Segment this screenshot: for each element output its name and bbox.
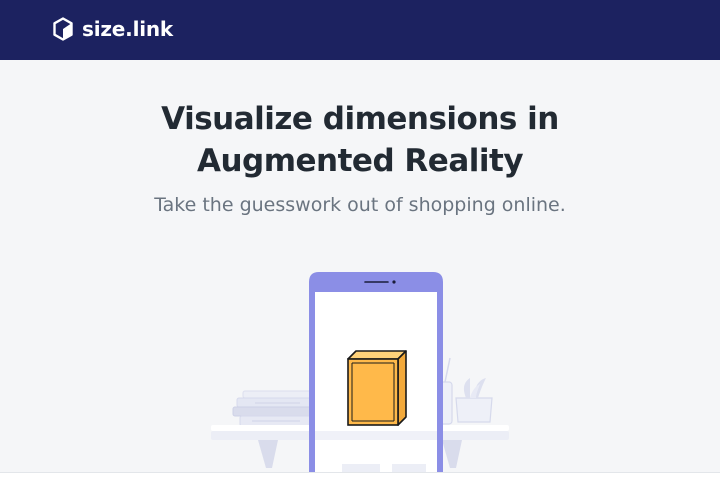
ar-illustration: [211, 272, 509, 472]
page-bottom-edge: [0, 472, 720, 480]
box-illustration: [347, 350, 407, 426]
